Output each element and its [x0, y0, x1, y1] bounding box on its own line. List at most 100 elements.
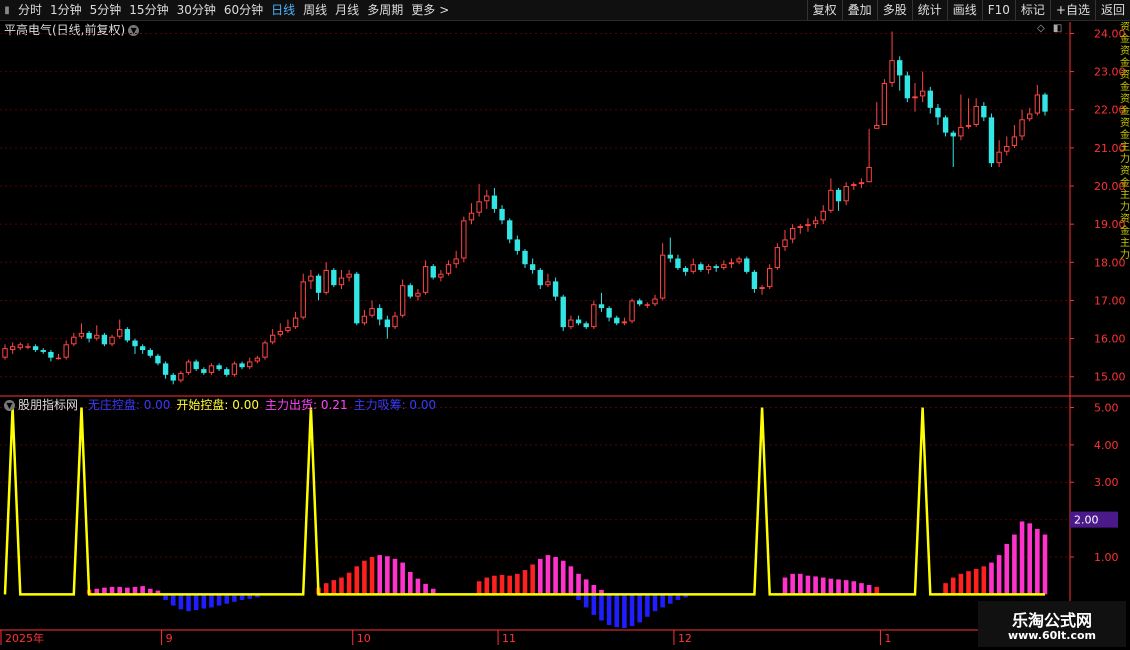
candle-body-up — [858, 182, 865, 185]
candle-body-down — [950, 132, 956, 137]
distribution-bar — [354, 566, 360, 595]
candle-body-down — [522, 250, 528, 265]
candle-body-up — [690, 264, 696, 272]
chevron-down-icon[interactable]: ▼ — [4, 400, 15, 411]
candle-body-up — [453, 258, 459, 265]
candle-body-up — [399, 285, 406, 316]
accumulation-bar — [668, 594, 673, 604]
distribution-bar — [1012, 534, 1017, 595]
candle-body-up — [919, 90, 926, 97]
candle-body-up — [728, 262, 735, 265]
distribution-bar — [981, 566, 987, 595]
distribution-bar — [545, 555, 551, 595]
distribution-bar — [836, 579, 841, 595]
candle-body-up — [461, 220, 467, 259]
candle-body-up — [254, 357, 261, 362]
candle-body-up — [874, 124, 880, 129]
candle-body-down — [897, 60, 903, 76]
candle-body-up — [445, 264, 452, 274]
distribution-bar — [423, 583, 428, 595]
distribution-bar — [346, 572, 352, 595]
distribution-bar — [499, 574, 505, 595]
distribution-bar — [859, 583, 864, 595]
candle-body-up — [55, 357, 62, 360]
accumulation-bar — [622, 594, 627, 628]
indicator-tick-label: 3.00 — [1094, 476, 1119, 489]
accumulation-bar — [224, 594, 230, 604]
candle-body-down — [667, 254, 673, 259]
candle-body-up — [178, 372, 184, 381]
candle-body-up — [721, 264, 727, 269]
candle-body-down — [40, 350, 46, 352]
candle-body-up — [277, 330, 283, 335]
accumulation-bar — [170, 594, 176, 606]
watermark-url: www.60lt.com — [1007, 629, 1097, 642]
candle-body-up — [338, 277, 345, 286]
candle-body-up — [208, 365, 215, 373]
candle-body-down — [147, 350, 153, 356]
distribution-bar — [362, 560, 367, 595]
candle-body-up — [659, 254, 666, 299]
accumulation-bar — [599, 594, 604, 621]
distribution-bar — [140, 586, 145, 595]
candle-body-up — [94, 334, 100, 339]
candle-body-up — [881, 83, 888, 125]
candle-body-up — [17, 344, 23, 349]
indicator-name: 股朋指标网 — [18, 398, 79, 412]
accumulation-bar — [629, 594, 635, 627]
accumulation-bar — [216, 594, 222, 606]
candle-body-down — [331, 269, 337, 286]
candle-body-down — [162, 363, 169, 375]
distribution-bar — [415, 578, 421, 595]
distribution-bar — [813, 576, 818, 595]
candle-body-up — [292, 317, 299, 328]
candle-body-down — [614, 317, 620, 324]
candle-body-down — [132, 340, 138, 347]
candle-body-up — [78, 332, 85, 337]
distribution-bar — [820, 577, 826, 595]
candle-body-up — [797, 226, 803, 228]
watermark-title: 乐淘公式网 — [1011, 611, 1092, 630]
distribution-bar — [568, 566, 574, 595]
distribution-bar — [966, 571, 971, 595]
candle-body-up — [285, 327, 291, 331]
candle-body-down — [606, 308, 612, 318]
accumulation-bar — [645, 594, 650, 617]
candle-body-down — [507, 220, 513, 240]
date-tick-label: 10 — [357, 632, 371, 645]
distribution-bar — [484, 577, 490, 595]
candle-body-down — [1042, 94, 1048, 112]
accumulation-bar — [209, 594, 214, 608]
candle-body-up — [621, 321, 628, 324]
candle-body-down — [904, 75, 911, 99]
distribution-bar — [576, 573, 581, 595]
candle-body-down — [575, 319, 582, 324]
candle-body-down — [201, 369, 207, 373]
distribution-bar — [1027, 523, 1032, 595]
candle-body-up — [262, 342, 268, 358]
accumulation-bar — [186, 594, 191, 612]
distribution-bar — [530, 564, 535, 595]
accumulation-bar — [583, 594, 589, 608]
candle-body-down — [514, 239, 521, 251]
candle-body-down — [224, 369, 230, 375]
candle-body-up — [247, 361, 253, 368]
candle-body-down — [751, 271, 758, 290]
watermark: 乐淘公式网 www.60lt.com — [978, 601, 1126, 647]
candle-body-down — [491, 195, 498, 209]
candle-body-up — [438, 273, 444, 278]
date-tick-label: 12 — [678, 632, 692, 645]
indicator-value-1: 无庄控盘: 0.00 — [87, 398, 171, 412]
candle-body-up — [782, 239, 788, 248]
distribution-bar — [522, 570, 528, 595]
distribution-bar — [1019, 521, 1025, 595]
indicator-value-3: 主力出货: 0.21 — [265, 398, 348, 412]
distribution-bar — [492, 575, 497, 595]
candle-body-down — [552, 281, 559, 297]
indicator-tick-label: 1.00 — [1094, 551, 1119, 564]
distribution-bar — [843, 580, 849, 595]
indicator-value-4: 主力吸筹: 0.00 — [353, 398, 437, 412]
right-strip: 资金资金资金资金资金主力资金主力资金主力 — [1120, 22, 1130, 261]
candle-body-up — [2, 348, 8, 358]
candle-body-down — [713, 266, 719, 269]
